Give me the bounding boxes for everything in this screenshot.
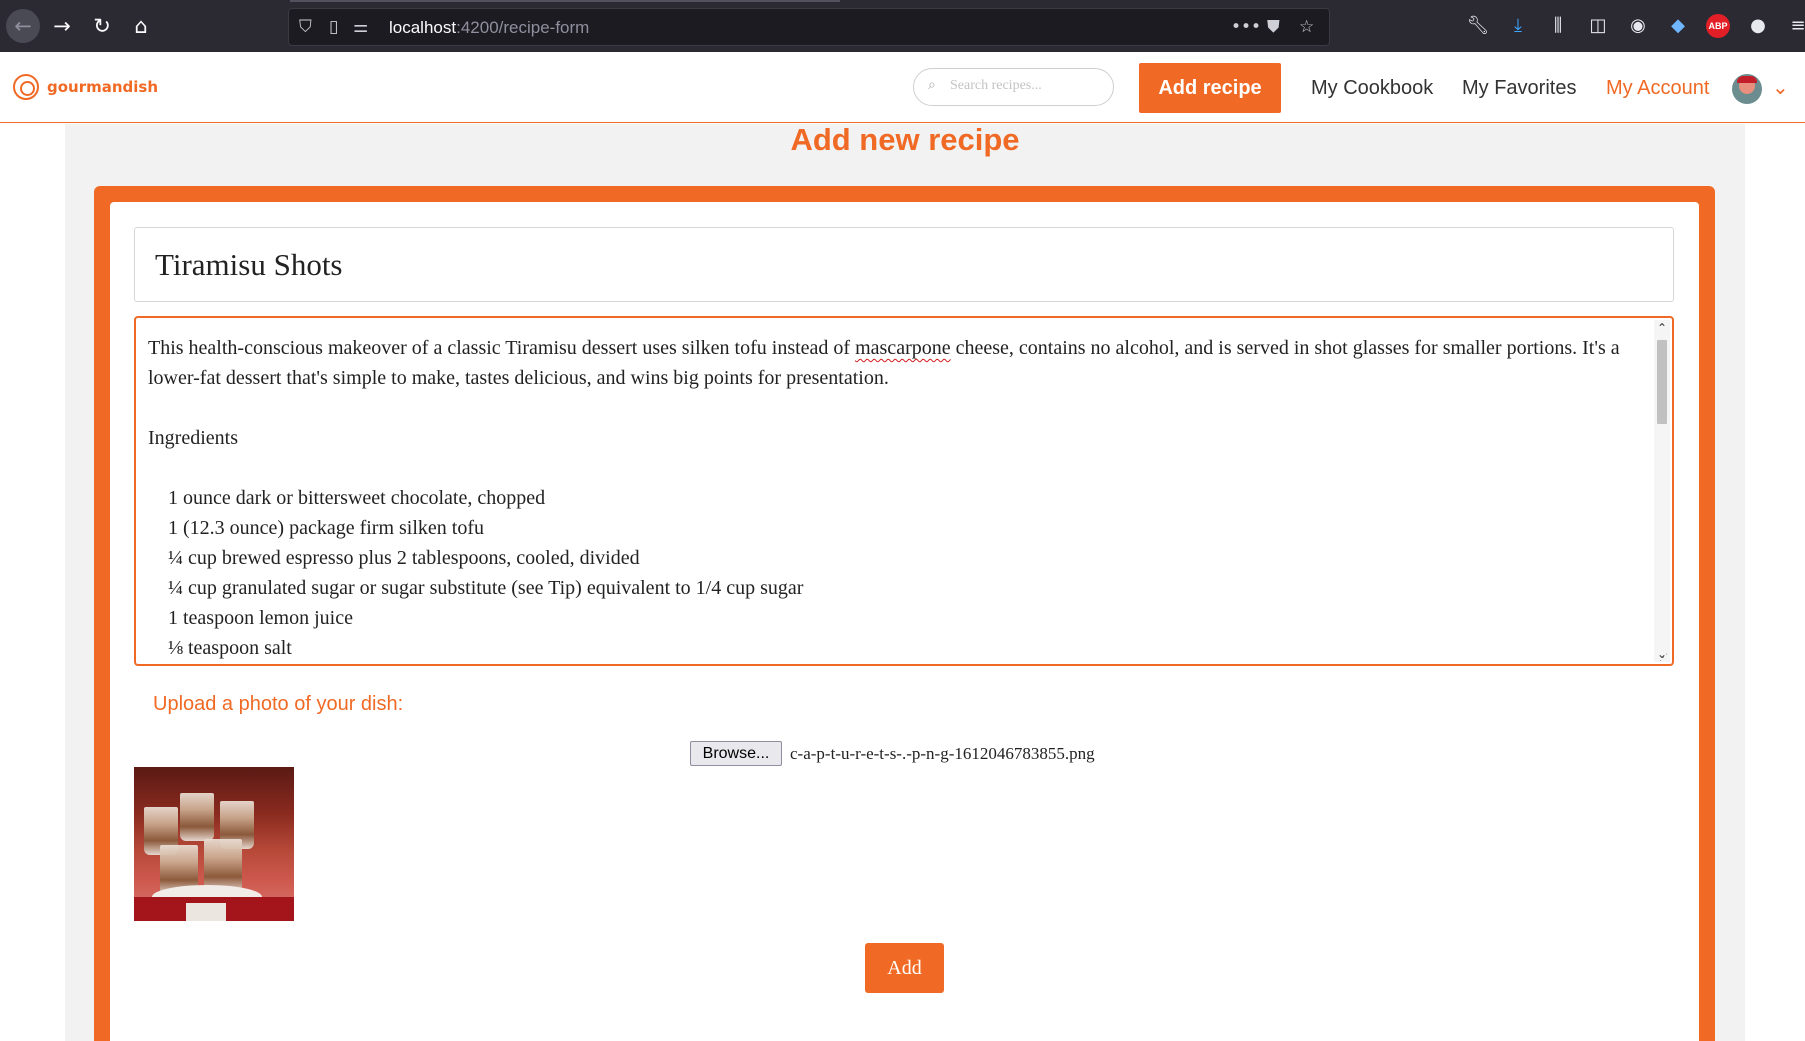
ingredient-line: ¼ cup brewed espresso plus 2 tablespoons… [168, 547, 640, 569]
back-arrow-icon[interactable]: ← [6, 9, 40, 43]
account-icon[interactable]: ◉ [1626, 14, 1650, 38]
browse-file-button[interactable]: Browse... [690, 741, 782, 766]
url-path: :4200/recipe-form [456, 18, 590, 37]
page-actions-icon[interactable]: ••• [1231, 15, 1261, 39]
resize-handle-icon[interactable]: ⋰ [1659, 652, 1669, 662]
logo-icon [13, 74, 39, 100]
brand-logo[interactable]: gourmandish [13, 74, 158, 100]
reload-icon[interactable]: ↻ [88, 12, 116, 40]
ingredient-line: 1 ounce dark or bittersweet chocolate, c… [168, 487, 546, 509]
extension-gem-icon[interactable]: ◆ [1666, 14, 1690, 38]
library-icon[interactable]: ⫼ [1546, 14, 1570, 38]
search-input[interactable] [950, 78, 1100, 94]
bookmark-star-icon[interactable]: ☆ [1299, 15, 1314, 39]
dish-photo-preview [134, 767, 294, 921]
scrollbar-thumb[interactable] [1657, 340, 1667, 424]
adblock-icon[interactable]: ABP [1706, 14, 1730, 38]
pocket-icon[interactable]: ⛊ [1267, 15, 1280, 39]
selected-file-name: c-a-p-t-u-r-e-t-s-.-p-n-g-1612046783855.… [790, 744, 1095, 763]
brand-name: gourmandish [47, 78, 159, 96]
recipe-description-textarea[interactable]: This health-conscious makeover of a clas… [134, 316, 1674, 666]
intro-text-start: This health-conscious makeover of a clas… [148, 337, 856, 359]
wrench-icon[interactable]: 🔧︎ [1466, 14, 1490, 38]
url-text[interactable]: localhost:4200/recipe-form [389, 18, 589, 38]
chevron-down-icon[interactable]: ⌄ [1772, 75, 1789, 99]
download-icon[interactable]: ⤓ [1506, 14, 1530, 38]
recipe-form-card: Tiramisu Shots This health-conscious mak… [94, 186, 1715, 1041]
recipe-form: Tiramisu Shots This health-conscious mak… [110, 202, 1699, 1041]
browser-toolbar: ← → ↻ ⌂ ⛉ ▯ ⚌ localhost:4200/recipe-form… [0, 0, 1805, 52]
add-submit-button[interactable]: Add [865, 943, 944, 993]
active-tab-indicator [290, 0, 840, 2]
search-box[interactable]: ⌕ [913, 68, 1114, 106]
nav-my-cookbook[interactable]: My Cookbook [1311, 76, 1433, 100]
permissions-icon[interactable]: ⚌ [353, 15, 368, 39]
scroll-up-icon[interactable]: ⌃ [1654, 320, 1670, 336]
description-intro: This health-conscious makeover of a clas… [148, 333, 1638, 393]
ingredient-line: ⅛ teaspoon salt [168, 637, 292, 659]
upload-photo-label: Upload a photo of your dish: [153, 693, 404, 715]
add-recipe-button[interactable]: Add recipe [1139, 63, 1281, 113]
sidebar-icon[interactable]: ◫ [1586, 14, 1610, 38]
ingredient-line: 1 (12.3 ounce) package firm silken tofu [168, 517, 485, 539]
forward-arrow-icon[interactable]: → [48, 12, 76, 40]
app-header: gourmandish ⌕ Add recipe My Cookbook My … [0, 52, 1805, 123]
home-icon[interactable]: ⌂ [127, 12, 155, 40]
page-info-icon[interactable]: ▯ [329, 15, 338, 39]
description-text: This health-conscious makeover of a clas… [148, 333, 1638, 663]
page-content: Add new recipe Tiramisu Shots This healt… [65, 124, 1745, 1041]
extension-color-icon[interactable]: ● [1746, 14, 1770, 38]
address-bar[interactable]: ⛉ ▯ ⚌ localhost:4200/recipe-form ••• ⛊ ☆ [288, 8, 1330, 46]
url-host: localhost [389, 18, 457, 37]
ingredient-line: ¼ cup granulated sugar or sugar substitu… [168, 577, 804, 599]
nav-my-account[interactable]: My Account [1606, 76, 1709, 100]
search-icon: ⌕ [928, 77, 936, 93]
menu-icon[interactable]: ≡ [1786, 14, 1805, 38]
ingredients-heading: Ingredients [148, 427, 238, 449]
textarea-scrollbar[interactable]: ⌃ ⌄ [1654, 320, 1670, 662]
ingredient-line: 1 teaspoon lemon juice [168, 607, 353, 629]
recipe-title-input[interactable]: Tiramisu Shots [134, 227, 1674, 302]
page-title: Add new recipe [790, 122, 1020, 157]
shield-icon[interactable]: ⛉ [299, 15, 312, 39]
nav-my-favorites[interactable]: My Favorites [1462, 76, 1576, 100]
misspelled-word: mascarpone [855, 337, 951, 359]
avatar[interactable] [1732, 74, 1762, 104]
